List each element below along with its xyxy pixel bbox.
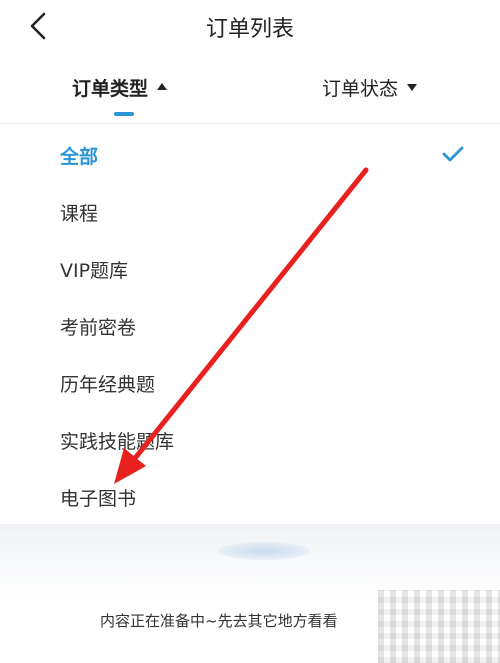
option-label: 课程 xyxy=(60,203,99,225)
option-course[interactable]: 课程 xyxy=(0,183,500,239)
mosaic-overlay xyxy=(378,590,500,663)
caret-down-icon xyxy=(407,84,418,91)
empty-state-graphic xyxy=(218,542,310,560)
option-label: 电子图书 xyxy=(60,488,137,510)
option-label: 全部 xyxy=(60,146,99,168)
page-title: 订单列表 xyxy=(205,17,294,42)
option-past-exams[interactable]: 历年经典题 xyxy=(0,354,500,410)
header-bar: 订单列表 xyxy=(0,0,500,58)
active-tab-indicator xyxy=(114,112,134,116)
tab-order-type[interactable]: 订单类型 xyxy=(72,74,168,101)
tab-order-type-label: 订单类型 xyxy=(72,78,149,100)
screen: 订单列表 订单类型 订单状态 内容正在准备中~先去其它地方看看 全部 课程 VI… xyxy=(0,0,500,663)
option-vip-question-bank[interactable]: VIP题库 xyxy=(0,240,500,296)
option-ebooks[interactable]: 电子图书 xyxy=(0,468,500,524)
check-icon xyxy=(442,146,464,162)
option-label: VIP题库 xyxy=(60,260,129,282)
option-mock-exam[interactable]: 考前密卷 xyxy=(0,297,500,353)
order-type-dropdown: 全部 课程 VIP题库 考前密卷 历年经典题 实践技能题库 电子图书 xyxy=(0,126,500,524)
caret-up-icon xyxy=(157,83,168,90)
tab-order-status-label: 订单状态 xyxy=(322,78,399,100)
tab-order-status[interactable]: 订单状态 xyxy=(322,74,418,101)
option-label: 实践技能题库 xyxy=(60,431,175,453)
empty-state-message: 内容正在准备中~先去其它地方看看 xyxy=(100,612,338,630)
filter-tabs: 订单类型 订单状态 xyxy=(0,68,500,124)
option-label: 考前密卷 xyxy=(60,317,137,339)
option-all[interactable]: 全部 xyxy=(0,126,500,182)
option-practical-skills[interactable]: 实践技能题库 xyxy=(0,411,500,467)
divider xyxy=(0,123,500,124)
option-label: 历年经典题 xyxy=(60,374,156,396)
